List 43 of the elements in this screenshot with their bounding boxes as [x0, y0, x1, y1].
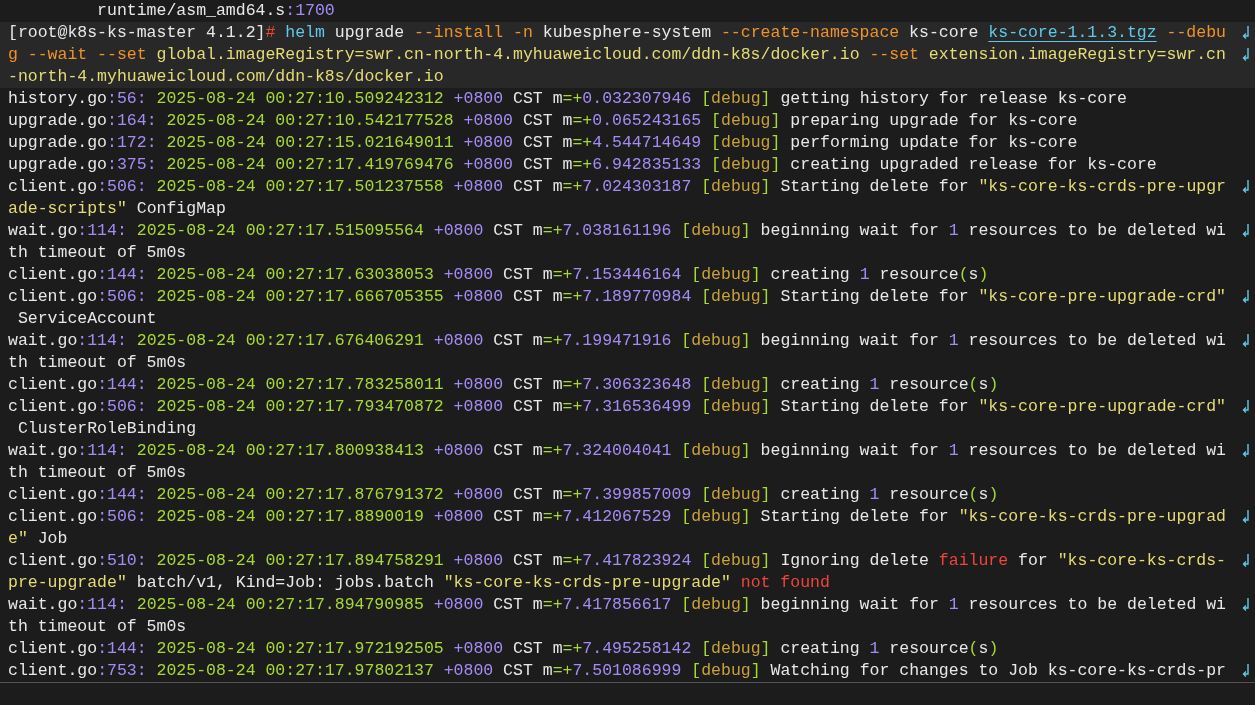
terminal-line: th timeout of 5m0s — [8, 242, 187, 264]
line-wrap-icon — [1242, 509, 1251, 525]
terminal-line: client.go:510: 2025-08-24 00:27:17.894758291 +0800 CST m=+7.417823924 [debug] Ignoring delete failure for "ks-core-ks-crds- — [8, 550, 1226, 572]
terminal-line: ServiceAccount — [16, 308, 157, 330]
line-wrap-icon — [1242, 47, 1251, 63]
terminal-line: g --wait --set global.imageRegistry=swr.cn-north-4.myhuaweicloud.com/ddn-k8s/docker.io --set extension.imageRegistry=swr.cn — [8, 44, 1226, 66]
line-wrap-icon — [1242, 179, 1251, 195]
line-wrap-icon — [1242, 597, 1251, 613]
terminal-line: history.go:56: 2025-08-24 00:27:10.509242312 +0800 CST m=+0.032307946 [debug] getting history for release ks-core — [8, 88, 1127, 110]
terminal-line: ClusterRoleBinding — [16, 418, 197, 440]
terminal-line: wait.go:114: 2025-08-24 00:27:17.800938413 +0800 CST m=+7.324004041 [debug] beginning wait for 1 resources to be deleted wi — [8, 440, 1226, 462]
terminal-line: th timeout of 5m0s — [8, 462, 187, 484]
terminal-line: client.go:144: 2025-08-24 00:27:17.876791372 +0800 CST m=+7.399857009 [debug] creating 1 resource(s) — [8, 484, 999, 506]
terminal-line: [root@k8s-ks-master 4.1.2]# helm upgrade --install -n kubesphere-system --create-namespace ks-core ks-core-1.1.3.tgz --debu — [8, 22, 1226, 44]
line-wrap-icon — [1242, 663, 1251, 679]
terminal-line: -north-4.myhuaweicloud.com/ddn-k8s/docker.io — [8, 66, 444, 88]
terminal-line: upgrade.go:164: 2025-08-24 00:27:10.542177528 +0800 CST m=+0.065243165 [debug] preparing upgrade for ks-core — [8, 110, 1078, 132]
terminal-line: th timeout of 5m0s — [8, 616, 187, 638]
line-wrap-icon — [1242, 399, 1251, 415]
line-wrap-icon — [1242, 25, 1251, 41]
terminal-line: client.go:506: 2025-08-24 00:27:17.501237558 +0800 CST m=+7.024303187 [debug] Starting delete for "ks-core-ks-crds-pre-upgr — [8, 176, 1226, 198]
terminal-line: runtime/asm_amd64.s:1700 — [96, 0, 335, 22]
terminal-line: upgrade.go:375: 2025-08-24 00:27:17.419769476 +0800 CST m=+6.942835133 [debug] creating upgraded release for ks-core — [8, 154, 1157, 176]
line-wrap-icon — [1242, 553, 1251, 569]
terminal-line: client.go:506: 2025-08-24 00:27:17.8890019 +0800 CST m=+7.412067529 [debug] Starting delete for "ks-core-ks-crds-pre-upgrad — [8, 506, 1226, 528]
terminal-line: client.go:753: 2025-08-24 00:27:17.97802137 +0800 CST m=+7.501086999 [debug] Watching for changes to Job ks-core-ks-crds-pr — [8, 660, 1226, 682]
line-wrap-icon — [1242, 443, 1251, 459]
terminal-line: client.go:144: 2025-08-24 00:27:17.972192505 +0800 CST m=+7.495258142 [debug] creating 1 resource(s) — [8, 638, 999, 660]
terminal-line: client.go:506: 2025-08-24 00:27:17.793470872 +0800 CST m=+7.316536499 [debug] Starting delete for "ks-core-pre-upgrade-crd" — [8, 396, 1226, 418]
terminal-line: wait.go:114: 2025-08-24 00:27:17.894790985 +0800 CST m=+7.417856617 [debug] beginning wait for 1 resources to be deleted wi — [8, 594, 1226, 616]
terminal-line: client.go:506: 2025-08-24 00:27:17.666705355 +0800 CST m=+7.189770984 [debug] Starting delete for "ks-core-pre-upgrade-crd" — [8, 286, 1226, 308]
terminal-line: client.go:144: 2025-08-24 00:27:17.63038053 +0800 CST m=+7.153446164 [debug] creating 1 resource(s) — [8, 264, 989, 286]
terminal-line: client.go:144: 2025-08-24 00:27:17.783258011 +0800 CST m=+7.306323648 [debug] creating 1 resource(s) — [8, 374, 999, 396]
terminal-line: pre-upgrade" batch/v1, Kind=Job: jobs.batch "ks-core-ks-crds-pre-upgrade" not found — [8, 572, 830, 594]
terminal-line: e" Job — [8, 528, 68, 550]
line-wrap-icon — [1242, 289, 1251, 305]
terminal-line: upgrade.go:172: 2025-08-24 00:27:15.021649011 +0800 CST m=+4.544714649 [debug] performing update for ks-core — [8, 132, 1078, 154]
terminal-line: th timeout of 5m0s — [8, 352, 187, 374]
terminal-line: wait.go:114: 2025-08-24 00:27:17.676406291 +0800 CST m=+7.199471916 [debug] beginning wait for 1 resources to be deleted wi — [8, 330, 1226, 352]
terminal-line: ade-scripts" ConfigMap — [8, 198, 226, 220]
line-wrap-icon — [1242, 333, 1251, 349]
line-wrap-icon — [1242, 223, 1251, 239]
terminal-line: wait.go:114: 2025-08-24 00:27:17.515095564 +0800 CST m=+7.038161196 [debug] beginning wait for 1 resources to be deleted wi — [8, 220, 1226, 242]
